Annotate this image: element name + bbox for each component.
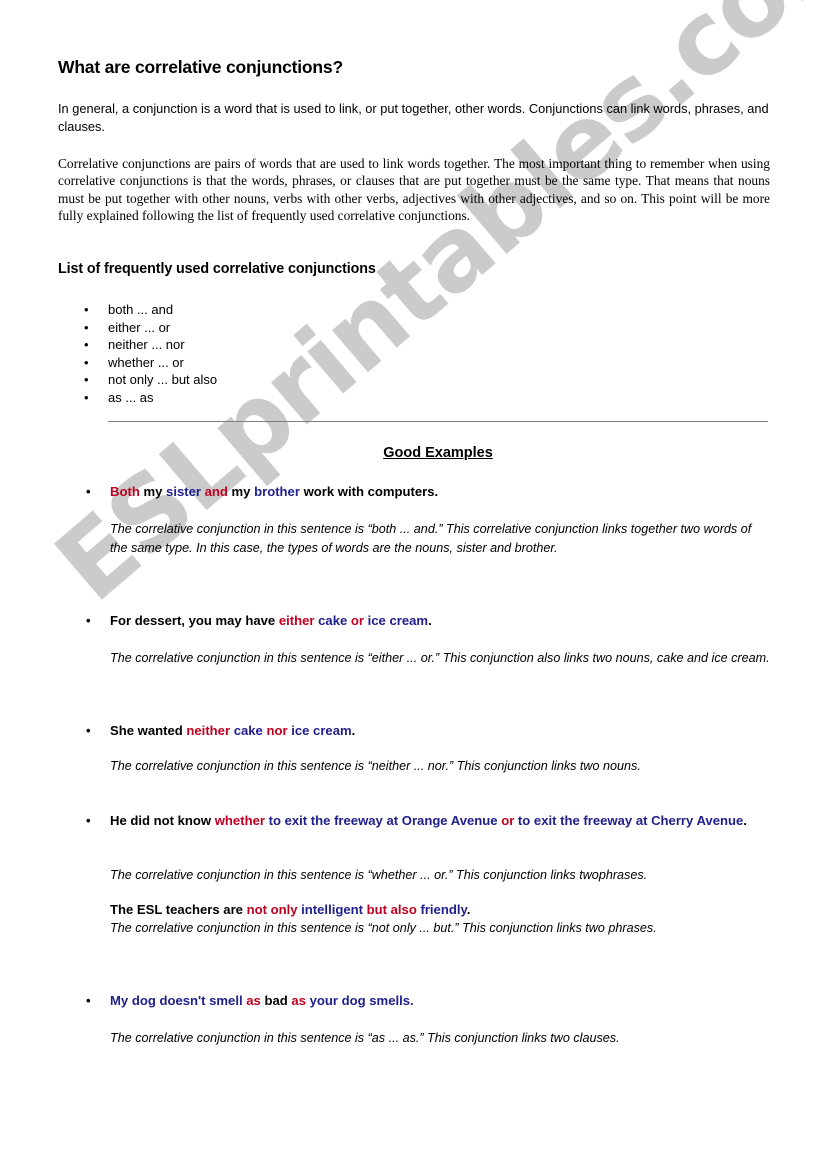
- sentence-segment-blue: My dog doesn't smell: [110, 993, 247, 1008]
- bullet-icon: •: [84, 302, 89, 317]
- page-title: What are correlative conjunctions?: [58, 57, 343, 77]
- example-explanation: The correlative conjunction in this sent…: [110, 921, 657, 935]
- example-explanation: The correlative conjunction in this sent…: [110, 759, 641, 773]
- sentence-segment-black: .: [428, 613, 432, 628]
- bullet-icon: •: [86, 613, 91, 628]
- list-heading: List of frequently used correlative conj…: [58, 261, 376, 277]
- example-sentence: • She wanted neither cake nor ice cream.: [86, 721, 770, 740]
- definition-paragraph: Correlative conjunctions are pairs of wo…: [58, 156, 770, 224]
- list-item: • both ... and: [82, 301, 217, 319]
- example-sentence: • Both my sister and my brother work with…: [86, 482, 770, 501]
- worksheet-page: ESLprintables.com What are correlative c…: [0, 0, 821, 1169]
- sentence-segment-black: The ESL teachers are: [110, 902, 247, 917]
- sentence-segment-blue: sister: [166, 484, 201, 499]
- sentence-segment-red: as: [291, 993, 306, 1008]
- bullet-icon: •: [86, 813, 91, 828]
- list-item: • not only ... but also: [82, 371, 217, 389]
- example-explanation: The correlative conjunction in this sent…: [110, 868, 648, 882]
- sentence-segment-red: and: [204, 484, 228, 499]
- sentence-segment-blue: friendly: [416, 902, 467, 917]
- sentence-segment-black: bad: [260, 993, 292, 1008]
- bullet-icon: •: [86, 993, 91, 1008]
- list-item: • either ... or: [82, 319, 217, 337]
- list-item: • neither ... nor: [82, 336, 217, 354]
- list-item: • whether ... or: [82, 354, 217, 372]
- example-sentence-text: The ESL teachers are not only intelligen…: [86, 900, 770, 919]
- example-sentence-text: My dog doesn't smell as bad as your dog …: [86, 991, 770, 1010]
- list-item: • as ... as: [82, 389, 217, 407]
- sentence-segment-black: She wanted: [110, 723, 187, 738]
- example-explanation: The correlative conjunction in this sent…: [110, 651, 770, 665]
- examples-heading-label: Good Examples: [383, 445, 493, 461]
- list-item-label: neither ... nor: [108, 337, 185, 352]
- intro-paragraph: In general, a conjunction is a word that…: [58, 101, 769, 134]
- sentence-segment-black: my: [139, 484, 167, 499]
- bullet-icon: •: [86, 484, 91, 499]
- list-item-label: either ... or: [108, 319, 171, 335]
- example-sentence: • For dessert, you may have either cake o…: [86, 611, 770, 630]
- sentence-segment-black: .: [351, 723, 356, 738]
- sentence-segment-red: not only: [246, 902, 298, 917]
- sentence-segment-black: .: [743, 813, 747, 828]
- list-item-label: both ... and: [108, 302, 174, 317]
- example-sentence-text: For dessert, you may have either cake or…: [86, 611, 770, 630]
- example-sentence: • My dog doesn't smell as bad as your dog…: [86, 991, 770, 1010]
- sentence-segment-blue: brother: [254, 484, 300, 499]
- sentence-segment-blue: cake: [314, 613, 351, 628]
- bullet-icon: •: [84, 372, 89, 387]
- sentence-segment-blue: to exit the freeway at Cherry Avenue: [514, 813, 744, 828]
- bullet-icon: •: [84, 389, 89, 405]
- example-sentence: The ESL teachers are not only intelligen…: [86, 900, 770, 919]
- example-explanation: The correlative conjunction in this sent…: [110, 522, 752, 555]
- conjunction-list: • both ... and • either ... or • neither ... …: [82, 301, 217, 406]
- sentence-segment-black: work with computers.: [299, 484, 439, 499]
- examples-heading: Good Examples: [108, 445, 768, 461]
- sentence-segment-red: nor: [266, 723, 288, 738]
- sentence-segment-black: For dessert, you may have: [110, 613, 279, 628]
- sentence-segment-black: He did not know: [110, 813, 215, 828]
- list-item-label: not only ... but also: [108, 372, 218, 387]
- sentence-segment-red: or: [501, 813, 515, 828]
- list-item-label: whether ... or: [108, 354, 184, 370]
- sentence-segment-red: neither: [186, 723, 231, 738]
- sentence-segment-black: .: [466, 902, 471, 917]
- sentence-segment-blue: to exit the freeway at Orange Avenue: [264, 813, 502, 828]
- sentence-segment-blue: ice cream: [287, 723, 352, 738]
- sentence-segment-blue: ice cream: [364, 613, 429, 628]
- list-item-label: as ... as: [108, 389, 154, 405]
- sentence-segment-blue: cake: [230, 723, 267, 738]
- sentence-segment-red: as: [246, 993, 261, 1008]
- bullet-icon: •: [84, 354, 89, 370]
- bullet-icon: •: [86, 723, 91, 738]
- sentence-segment-blue: your dog smells.: [305, 993, 414, 1008]
- example-explanation: The correlative conjunction in this sent…: [110, 1031, 620, 1045]
- example-sentence-text: She wanted neither cake nor ice cream.: [86, 721, 770, 740]
- sentence-segment-red: but also: [366, 902, 417, 917]
- example-sentence: • He did not know whether to exit the fre…: [86, 811, 770, 830]
- example-sentence-text: Both my sister and my brother work with …: [86, 482, 770, 501]
- sentence-segment-blue: intelligent: [297, 902, 367, 917]
- sentence-segment-red: or: [350, 613, 364, 628]
- bullet-icon: •: [84, 337, 89, 352]
- example-sentence-text: He did not know whether to exit the free…: [86, 811, 770, 830]
- sentence-segment-red: Both: [110, 484, 140, 499]
- bullet-icon: •: [84, 319, 89, 335]
- sentence-segment-black: my: [227, 484, 255, 499]
- section-divider: [108, 421, 768, 422]
- sentence-segment-red: whether: [214, 813, 265, 828]
- sentence-segment-red: either: [278, 613, 315, 628]
